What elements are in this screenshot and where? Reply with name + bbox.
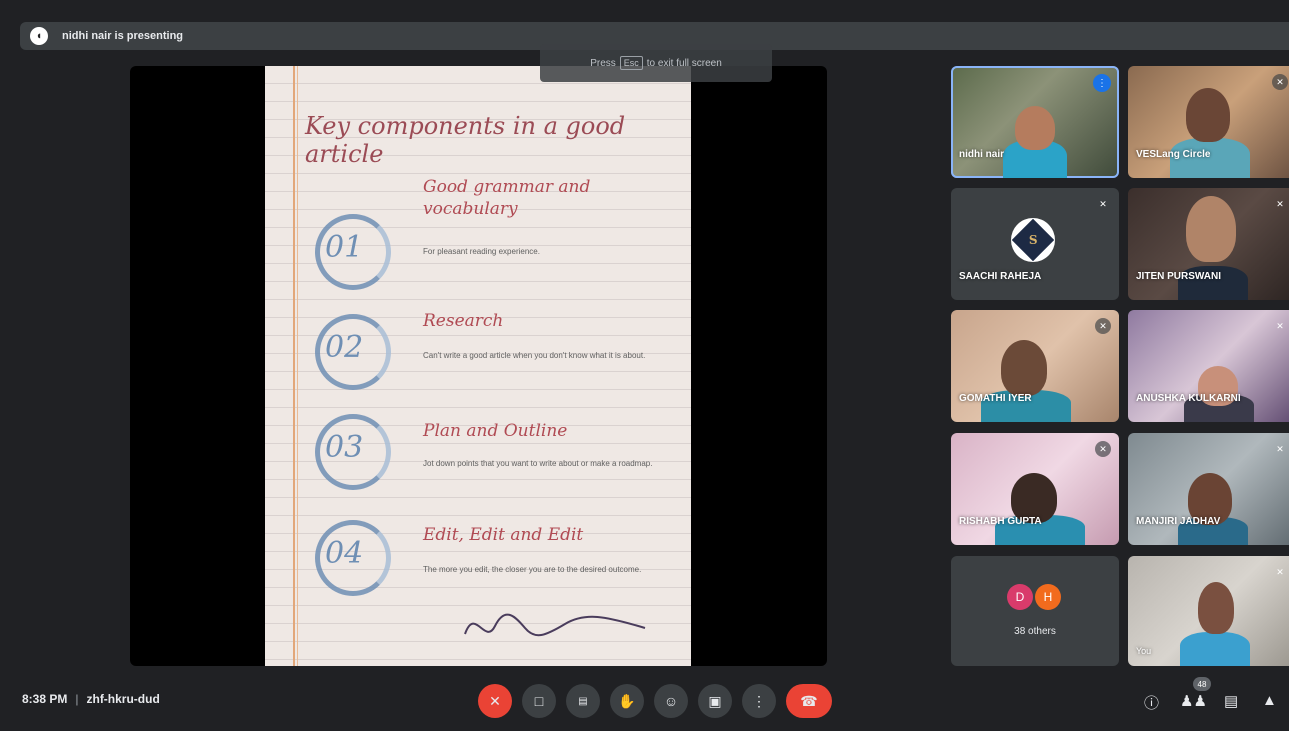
participant-name: nidhi nair — [959, 149, 1004, 160]
fullscreen-hint: Press Esc to exit full screen — [540, 44, 772, 82]
chat-button[interactable]: ▤ — [1224, 692, 1238, 710]
participant-video — [1015, 106, 1055, 150]
present-button[interactable]: ▣ — [698, 684, 732, 718]
raise-hand-button[interactable]: ✋ — [610, 684, 644, 718]
participant-tile-veslang-circle[interactable]: ✕ VESLang Circle — [1128, 66, 1289, 178]
captions-icon: ▤ — [578, 695, 588, 707]
item-title: Research — [423, 311, 504, 331]
item-title: Edit, Edit and Edit — [423, 525, 584, 545]
present-icon: ▣ — [708, 692, 722, 709]
phone-hangup-icon: ☎ — [800, 692, 818, 709]
captions-button[interactable]: ▤ — [566, 684, 600, 718]
item-description: The more you edit, the closer you are to… — [423, 565, 642, 574]
people-icon: ♟♟ — [1180, 693, 1207, 710]
presentation-slide: Key components in a good article 01 Good… — [265, 66, 691, 666]
fullscreen-hint-rest: to exit full screen — [646, 57, 722, 69]
participant-tile-anushka-kulkarni[interactable]: ✕ ANUSHKA KULKARNI — [1128, 310, 1289, 422]
participant-video — [1001, 340, 1047, 396]
info-icon: ⓘ — [1144, 695, 1160, 712]
camera-toggle-button[interactable]: □ — [522, 684, 556, 718]
mic-off-icon: ✕ — [1095, 318, 1111, 334]
separator: | — [75, 692, 79, 706]
participant-name: SAACHI RAHEJA — [959, 271, 1042, 282]
squiggle-decoration — [464, 613, 646, 637]
item-title: Good grammar and vocabulary — [423, 177, 591, 219]
slide-item: 01 Good grammar and vocabulary For pleas… — [315, 177, 675, 296]
item-number: 01 — [325, 230, 364, 265]
participant-video — [1186, 88, 1230, 142]
participant-name: JITEN PURSWANI — [1136, 271, 1222, 282]
participant-name: GOMATHI IYER — [959, 393, 1032, 404]
emoji-button[interactable]: ☺ — [654, 684, 688, 718]
people-button[interactable]: ♟♟ — [1180, 692, 1207, 710]
participant-name: You — [1136, 646, 1152, 656]
avatar: H — [1035, 584, 1061, 610]
mic-off-icon: ✕ — [1276, 566, 1284, 577]
participant-tile-you[interactable]: ✕ You — [1128, 556, 1289, 666]
mic-off-icon: ✕ — [1276, 198, 1284, 209]
mic-off-icon: ✕ — [489, 692, 501, 709]
hand-icon: ✋ — [618, 692, 636, 709]
participant-tile-manjiri-jadhav[interactable]: ✕ MANJIRI JADHAV — [1128, 433, 1289, 545]
participant-name: ANUSHKA KULKARNI — [1136, 393, 1241, 404]
people-count-badge: 48 — [1193, 677, 1211, 691]
participant-video — [1186, 196, 1236, 262]
emoji-icon: ☺ — [663, 693, 679, 709]
mic-off-icon: ✕ — [1276, 320, 1284, 331]
activities-button[interactable]: ▲ — [1262, 692, 1277, 709]
others-count: 38 others — [1014, 626, 1056, 637]
presenter-avatar-icon: ◖ — [30, 27, 48, 45]
clock: 8:38 PM — [22, 692, 68, 706]
mic-toggle-button[interactable]: ✕ — [478, 684, 512, 718]
presenting-text: nidhi nair is presenting — [62, 30, 184, 42]
speaking-indicator-icon: ⋮ — [1093, 74, 1111, 92]
meeting-code[interactable]: zhf-hkru-dud — [86, 692, 159, 706]
more-options-button[interactable]: ⋮ — [742, 684, 776, 718]
meeting-info: 8:38 PM | zhf-hkru-dud — [22, 692, 160, 706]
mic-off-icon: ✕ — [1272, 74, 1288, 90]
saachi-avatar-logo: S — [1011, 218, 1055, 262]
margin-line-secondary — [297, 66, 298, 666]
avatar: D — [1007, 584, 1033, 610]
item-number: 04 — [325, 536, 364, 571]
slide-item: 03 Plan and Outline Jot down points that… — [315, 406, 675, 496]
camera-icon: □ — [534, 693, 544, 709]
slide-item: 04 Edit, Edit and Edit The more you edit… — [315, 512, 675, 602]
mic-off-icon: ✕ — [1276, 443, 1284, 454]
participant-name: VESLang Circle — [1136, 149, 1211, 160]
item-description: Can't write a good article when you don'… — [423, 351, 646, 360]
participant-tile-rishabh-gupta[interactable]: ✕ RISHABH GUPTA — [951, 433, 1119, 545]
mic-off-icon: ✕ — [1099, 198, 1107, 209]
slide-item: 02 Research Can't write a good article w… — [315, 306, 675, 396]
participant-name: RISHABH GUPTA — [959, 516, 1042, 527]
esc-key: Esc — [619, 56, 643, 70]
participant-tile-saachi-raheja[interactable]: S ✕ SAACHI RAHEJA — [951, 188, 1119, 300]
participant-video — [1198, 582, 1234, 634]
end-call-button[interactable]: ☎ — [786, 684, 832, 718]
participant-tile-nidhi-nair[interactable]: ⋮ nidhi nair — [951, 66, 1119, 178]
mic-off-icon: ✕ — [1095, 441, 1111, 457]
participant-name: MANJIRI JADHAV — [1136, 516, 1221, 527]
item-description: For pleasant reading experience. — [423, 247, 540, 256]
others-tile[interactable]: D H 38 others — [951, 556, 1119, 666]
fullscreen-hint-press: Press — [590, 57, 616, 69]
chat-icon: ▤ — [1224, 693, 1239, 710]
presentation-stage: Key components in a good article 01 Good… — [130, 66, 827, 666]
activities-icon: ▲ — [1262, 692, 1277, 709]
meeting-details-button[interactable]: ⓘ — [1144, 692, 1159, 713]
item-title: Plan and Outline — [423, 421, 568, 441]
participant-video — [1180, 632, 1250, 666]
slide-title: Key components in a good article — [305, 112, 626, 168]
item-number: 03 — [325, 430, 364, 465]
participant-tile-gomathi-iyer[interactable]: ✕ GOMATHI IYER — [951, 310, 1119, 422]
more-vert-icon: ⋮ — [752, 692, 766, 709]
margin-line — [293, 66, 295, 666]
item-number: 02 — [325, 330, 364, 365]
participant-tile-jiten-purswani[interactable]: ✕ JITEN PURSWANI — [1128, 188, 1289, 300]
item-description: Jot down points that you want to write a… — [423, 459, 653, 468]
